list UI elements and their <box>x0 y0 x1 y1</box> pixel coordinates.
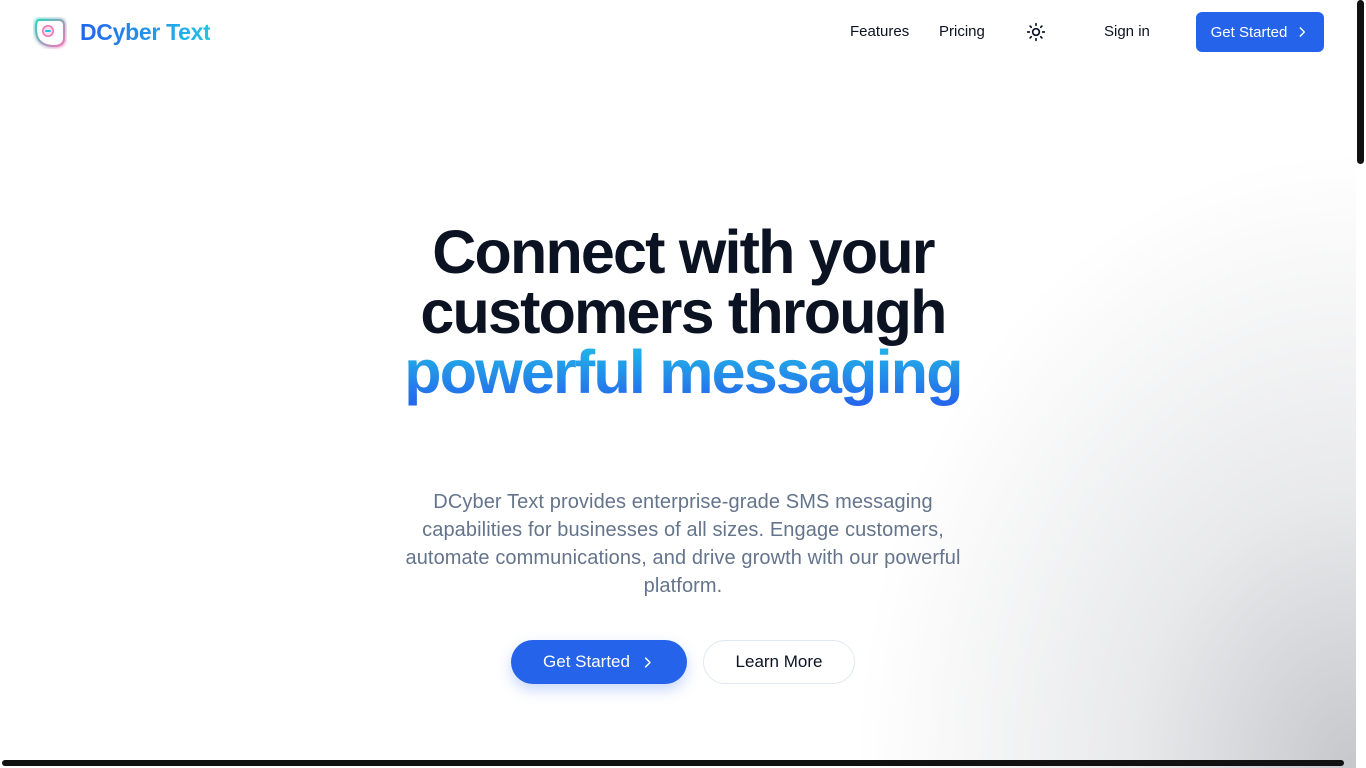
brand-logo-icon <box>32 14 68 50</box>
sun-icon <box>1026 22 1046 42</box>
horizontal-scrollbar-thumb[interactable] <box>2 760 1344 766</box>
hero-get-started-label: Get Started <box>543 652 630 671</box>
chevron-right-icon <box>644 656 651 668</box>
nav-features-link[interactable]: Features <box>850 23 909 40</box>
sign-in-link[interactable]: Sign in <box>1104 23 1150 40</box>
hero-description: DCyber Text provides enterprise-grade SM… <box>405 491 961 597</box>
hero-headline-accent: powerful messaging <box>404 338 963 406</box>
page: DCyber Text Features Pricing Sign in Get… <box>0 0 1356 768</box>
hero-headline-main: Connect with your customers through <box>420 218 947 346</box>
nav-pricing-link[interactable]: Pricing <box>939 23 985 40</box>
header-get-started-label: Get Started <box>1210 23 1288 41</box>
theme-toggle-button[interactable] <box>1022 18 1050 46</box>
hero-learn-more-label: Learn More <box>735 652 823 671</box>
site-header: DCyber Text Features Pricing Sign in Get… <box>0 0 1356 64</box>
hero-learn-more-button[interactable]: Learn More <box>703 640 855 684</box>
brand-name: DCyber Text <box>80 18 211 45</box>
chevron-right-icon <box>1299 27 1306 37</box>
header-get-started-button[interactable]: Get Started <box>1196 12 1324 52</box>
hero-get-started-button[interactable]: Get Started <box>511 640 687 684</box>
hero-headline: Connect with your customers through powe… <box>383 222 983 403</box>
brand-logo-link[interactable]: DCyber Text <box>32 14 211 50</box>
vertical-scrollbar-thumb[interactable] <box>1357 0 1364 164</box>
